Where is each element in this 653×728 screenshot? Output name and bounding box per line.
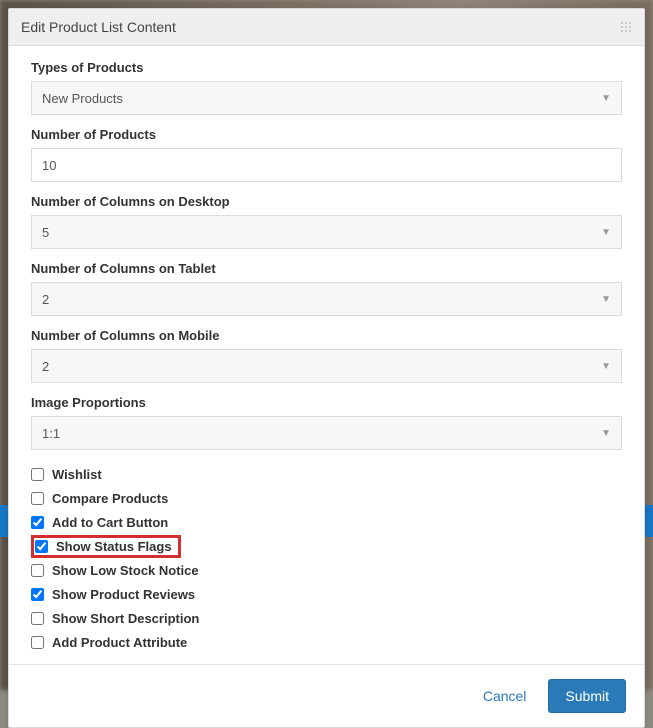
modal-header: Edit Product List Content [9,9,644,46]
label-cols-desktop: Number of Columns on Desktop [31,194,622,209]
label-low-stock[interactable]: Show Low Stock Notice [52,563,199,578]
field-number-of-products: Number of Products 10 [31,127,622,182]
checkbox-add-attr[interactable] [31,636,44,649]
highlight-status-flags: Show Status Flags [31,535,181,558]
select-value: 2 [42,359,49,374]
checkbox-row-add-to-cart: Add to Cart Button [31,510,622,534]
select-cols-desktop[interactable]: 5 ▼ [31,215,622,249]
field-image-proportions: Image Proportions 1:1 ▼ [31,395,622,450]
select-value: 1:1 [42,426,60,441]
modal-body: Types of Products New Products ▼ Number … [9,46,644,664]
field-types-of-products: Types of Products New Products ▼ [31,60,622,115]
label-wishlist[interactable]: Wishlist [52,467,102,482]
checkbox-reviews[interactable] [31,588,44,601]
checkbox-row-short-desc: Show Short Description [31,606,622,630]
edit-product-list-modal: Edit Product List Content Types of Produ… [8,8,645,728]
modal-footer: Cancel Submit [9,664,644,727]
field-cols-desktop: Number of Columns on Desktop 5 ▼ [31,194,622,249]
checkbox-row-reviews: Show Product Reviews [31,582,622,606]
label-add-to-cart[interactable]: Add to Cart Button [52,515,168,530]
modal-title: Edit Product List Content [21,19,176,35]
label-short-desc[interactable]: Show Short Description [52,611,199,626]
checkbox-row-add-attr: Add Product Attribute [31,630,622,654]
checkbox-low-stock[interactable] [31,564,44,577]
label-types-of-products: Types of Products [31,60,622,75]
label-cols-tablet: Number of Columns on Tablet [31,261,622,276]
select-image-proportions[interactable]: 1:1 ▼ [31,416,622,450]
chevron-down-icon: ▼ [601,428,611,439]
checkbox-compare[interactable] [31,492,44,505]
label-status-flags[interactable]: Show Status Flags [56,539,172,554]
checkbox-row-low-stock: Show Low Stock Notice [31,558,622,582]
drag-handle-icon[interactable] [620,21,632,33]
label-add-attr[interactable]: Add Product Attribute [52,635,187,650]
checkbox-row-compare: Compare Products [31,486,622,510]
chevron-down-icon: ▼ [601,93,611,104]
field-cols-mobile: Number of Columns on Mobile 2 ▼ [31,328,622,383]
chevron-down-icon: ▼ [601,227,611,238]
checkbox-wishlist[interactable] [31,468,44,481]
select-cols-mobile[interactable]: 2 ▼ [31,349,622,383]
select-value: New Products [42,91,123,106]
checkbox-row-status-flags: Show Status Flags [31,534,622,558]
label-reviews[interactable]: Show Product Reviews [52,587,195,602]
select-value: 2 [42,292,49,307]
label-image-proportions: Image Proportions [31,395,622,410]
select-types-of-products[interactable]: New Products ▼ [31,81,622,115]
checkbox-status-flags[interactable] [35,540,48,553]
chevron-down-icon: ▼ [601,361,611,372]
input-number-of-products[interactable]: 10 [31,148,622,182]
checkbox-add-to-cart[interactable] [31,516,44,529]
select-cols-tablet[interactable]: 2 ▼ [31,282,622,316]
label-compare[interactable]: Compare Products [52,491,168,506]
select-value: 5 [42,225,49,240]
checkbox-row-wishlist: Wishlist [31,462,622,486]
field-cols-tablet: Number of Columns on Tablet 2 ▼ [31,261,622,316]
checkbox-short-desc[interactable] [31,612,44,625]
cancel-button[interactable]: Cancel [469,680,541,712]
input-value: 10 [42,158,56,173]
chevron-down-icon: ▼ [601,294,611,305]
submit-button[interactable]: Submit [548,679,626,713]
label-cols-mobile: Number of Columns on Mobile [31,328,622,343]
label-number-of-products: Number of Products [31,127,622,142]
